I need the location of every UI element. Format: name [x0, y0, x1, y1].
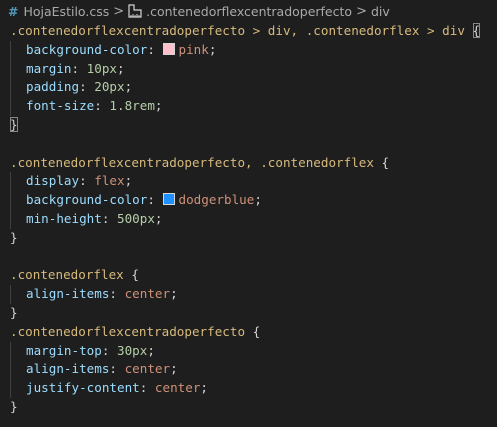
code-line: }: [0, 398, 497, 417]
css-value: center: [124, 286, 171, 302]
css-value: 20px: [94, 79, 125, 95]
css-property: padding: [26, 79, 80, 95]
close-brace: }: [10, 398, 18, 414]
breadcrumb-symbol[interactable]: .contenedorflexcentradoperfecto: [146, 4, 352, 19]
css-selector: .contenedorflexcentradoperfecto, .conten…: [10, 154, 374, 170]
open-brace: {: [252, 323, 261, 339]
code-line: margin: 10px;: [0, 59, 497, 79]
code-line: padding: 20px;: [0, 78, 497, 98]
code-editor[interactable]: .contenedorflexcentradoperfecto > div, .…: [0, 22, 497, 417]
css-property: margin: [26, 60, 72, 76]
code-line: display: flex;: [0, 172, 497, 192]
css-property: background-color: [26, 192, 148, 208]
chevron-right-icon: >: [356, 3, 367, 19]
code-line: .contenedorflexcentradoperfecto, .conten…: [0, 154, 497, 173]
css-value: 10px: [86, 60, 118, 76]
open-brace: {: [131, 267, 139, 283]
css-property: align-items: [26, 361, 110, 377]
close-brace: }: [10, 116, 18, 132]
open-brace: {: [381, 154, 390, 170]
code-line: background-color: pink;: [0, 40, 497, 60]
css-value: center: [154, 380, 201, 396]
css-selector: .contenedorflexcentradoperfecto > div, .…: [10, 23, 465, 38]
css-value: dodgerblue: [178, 192, 255, 208]
color-swatch-dodgerblue[interactable]: [162, 193, 175, 206]
code-line: min-height: 500px;: [0, 209, 497, 229]
code-line: font-size: 1.8rem;: [0, 97, 497, 116]
code-line: .contenedorflexcentradoperfecto > div, .…: [0, 22, 497, 41]
open-brace: {: [472, 23, 481, 38]
css-property: display: [26, 173, 80, 189]
code-line: }: [0, 116, 497, 135]
css-value: 500px: [117, 210, 155, 226]
code-line: background-color: dodgerblue;: [0, 191, 497, 210]
code-line: align-items: center;: [0, 360, 497, 380]
css-value: 1.8rem: [109, 98, 155, 114]
code-line: }: [0, 304, 497, 323]
code-line: .contenedorflexcentradoperfecto {: [0, 323, 497, 342]
css-property: min-height: [26, 210, 102, 226]
symbol-ruler-icon: [128, 4, 142, 18]
css-selector: .contenedorflex: [10, 267, 124, 283]
css-file-icon: #: [8, 3, 19, 19]
close-brace: }: [10, 229, 18, 245]
css-value: flex: [94, 173, 125, 189]
css-value: center: [124, 361, 171, 377]
breadcrumb-leaf[interactable]: div: [371, 4, 390, 19]
code-line: justify-content: center;: [0, 379, 497, 398]
chevron-right-icon: >: [113, 3, 125, 19]
empty-line: [0, 135, 497, 154]
css-selector: .contenedorflexcentradoperfecto: [10, 323, 246, 339]
css-value: pink: [178, 41, 209, 57]
code-line: align-items: center;: [0, 285, 497, 304]
css-property: background-color: [26, 41, 148, 57]
color-swatch-pink[interactable]: [162, 42, 175, 55]
code-line: margin-top: 30px;: [0, 341, 497, 361]
breadcrumb: # HojaEstilo.css > .contenedorflexcentra…: [0, 0, 497, 22]
empty-line: [0, 248, 497, 267]
css-property: align-items: [26, 286, 110, 302]
css-property: margin-top: [26, 342, 102, 358]
css-property: justify-content: [26, 380, 140, 396]
close-brace: }: [10, 304, 18, 320]
css-value: 30px: [117, 342, 148, 358]
code-line: }: [0, 229, 497, 248]
breadcrumb-file[interactable]: HojaEstilo.css: [23, 4, 109, 19]
css-property: font-size: [26, 98, 95, 114]
code-line: .contenedorflex {: [0, 266, 497, 285]
